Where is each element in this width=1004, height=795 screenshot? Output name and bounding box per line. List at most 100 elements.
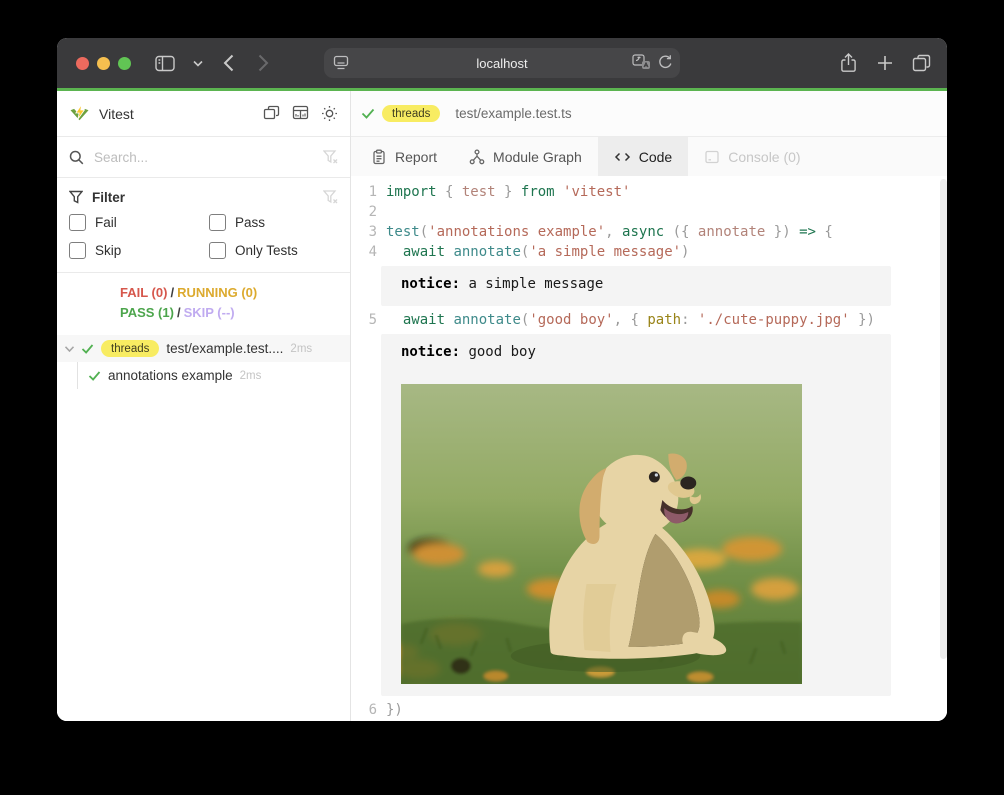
console-icon	[704, 149, 720, 165]
line-number: 3	[351, 222, 377, 242]
line-number: 6	[351, 700, 377, 720]
traffic-lights	[76, 57, 131, 70]
clear-filter-icon[interactable]	[323, 190, 338, 204]
running-count: RUNNING (0)	[177, 285, 257, 300]
filter-title: Filter	[92, 190, 323, 205]
code-line: 4 await annotate('a simple message')	[351, 242, 947, 262]
tab-overview-icon[interactable]	[908, 50, 934, 76]
tab-code[interactable]: Code	[598, 137, 688, 177]
status-line-1: FAIL (0)/RUNNING (0)	[120, 283, 350, 303]
url-text: localhost	[324, 56, 680, 71]
tab-report[interactable]: Report	[355, 137, 453, 177]
checkbox-label: Skip	[95, 243, 121, 258]
check-icon	[81, 344, 94, 354]
tab-module[interactable]: Module Graph	[453, 137, 598, 177]
notice-text: notice: a simple message	[401, 274, 891, 294]
browser-toolbar: localhost	[57, 38, 947, 88]
test-duration: 2ms	[240, 370, 262, 382]
checkbox-label: Only Tests	[235, 243, 298, 258]
file-header: threads test/example.test.ts	[351, 91, 947, 137]
line-content: test('annotations example', async ({ ann…	[386, 222, 833, 242]
test-duration: 2ms	[290, 343, 312, 355]
test-name: annotations example	[108, 368, 233, 383]
report-icon	[371, 149, 387, 165]
code-line: 6})	[351, 700, 947, 720]
close-window-button[interactable]	[76, 57, 89, 70]
main-panel: threads test/example.test.ts Report Modul…	[351, 91, 947, 721]
filter-section: Filter Fail Pass Skip Only Tests	[57, 178, 350, 273]
chevron-down-icon[interactable]	[64, 345, 75, 353]
tab-label: Code	[639, 149, 672, 165]
filter-checkbox-pass[interactable]: Pass	[209, 208, 338, 236]
new-tab-icon[interactable]	[872, 50, 898, 76]
app-title: Vitest	[99, 106, 263, 122]
test-tree: threadstest/example.test....2msannotatio…	[57, 335, 350, 389]
annotation-notice: notice: good boy	[381, 334, 891, 696]
test-status-summary: FAIL (0)/RUNNING (0) PASS (1)/SKIP (--)	[57, 273, 350, 329]
skip-count: SKIP (--)	[184, 305, 235, 320]
checkbox-icon[interactable]	[69, 242, 86, 259]
chevron-down-icon[interactable]	[185, 50, 211, 76]
tab-label: Module Graph	[493, 149, 582, 165]
test-case-row[interactable]: annotations example 2ms	[57, 362, 350, 389]
sidebar-header: Vitest	[57, 91, 350, 137]
code-line: 1 import { test } from 'vitest'	[351, 182, 947, 202]
module-graph-icon	[469, 149, 485, 165]
dashboard-icon[interactable]	[292, 105, 309, 122]
filter-icon	[69, 190, 83, 204]
tab-label: Console (0)	[728, 149, 800, 165]
checkbox-icon[interactable]	[209, 214, 226, 231]
checkbox-icon[interactable]	[209, 242, 226, 259]
collapse-panels-icon[interactable]	[263, 105, 280, 122]
code-viewer[interactable]: 1 import { test } from 'vitest' 23 test('an…	[351, 176, 947, 721]
line-number: 4	[351, 242, 377, 262]
search-bar[interactable]: Search...	[57, 137, 350, 178]
checkbox-label: Pass	[235, 215, 265, 230]
code-line: 5 await annotate('good boy', { path: './…	[351, 310, 947, 330]
code-line: 2	[351, 202, 947, 222]
back-icon[interactable]	[215, 50, 241, 76]
line-content: await annotate('a simple message')	[386, 242, 689, 262]
notice-text: notice: good boy	[401, 342, 891, 362]
indent-guide	[77, 362, 78, 389]
line-number: 2	[351, 202, 377, 222]
reload-icon[interactable]	[658, 54, 673, 70]
share-icon[interactable]	[835, 50, 861, 76]
filter-checkbox-fail[interactable]: Fail	[69, 208, 209, 236]
notice-label: notice:	[401, 276, 460, 292]
test-name: test/example.test....	[166, 341, 283, 356]
notice-label: notice:	[401, 344, 460, 360]
test-file-row[interactable]: threadstest/example.test....2ms	[57, 335, 350, 362]
zoom-window-button[interactable]	[118, 57, 131, 70]
clear-search-filter-icon[interactable]	[323, 150, 338, 164]
code-line: 3 test('annotations example', async ({ an…	[351, 222, 947, 242]
tab-label: Report	[395, 149, 437, 165]
line-content: import { test } from 'vitest'	[386, 182, 630, 202]
sidebar: Vitest	[57, 91, 351, 721]
code-line: 7	[351, 720, 947, 721]
filter-checkbox-skip[interactable]: Skip	[69, 236, 209, 264]
browser-window: localhost	[57, 38, 947, 721]
filter-checkbox-only-tests[interactable]: Only Tests	[209, 236, 338, 264]
annotation-notice: notice: a simple message	[381, 266, 891, 306]
address-bar[interactable]: localhost	[324, 48, 680, 78]
check-icon	[88, 371, 101, 381]
line-number: 1	[351, 182, 377, 202]
line-content: })	[386, 700, 403, 720]
file-name: test/example.test.ts	[455, 106, 571, 121]
vitest-logo-icon	[69, 104, 90, 123]
tab-bar: Report Module Graph Code Console (0)	[351, 137, 947, 178]
minimize-window-button[interactable]	[97, 57, 110, 70]
search-icon	[69, 150, 84, 165]
checkbox-icon[interactable]	[69, 214, 86, 231]
forward-icon[interactable]	[250, 50, 276, 76]
cute-puppy-image	[401, 384, 802, 684]
scrollbar-thumb[interactable]	[940, 179, 947, 659]
theme-toggle-icon[interactable]	[321, 105, 338, 122]
check-icon	[361, 108, 375, 119]
filter-checkbox-grid: Fail Pass Skip Only Tests	[69, 208, 338, 264]
translate-icon[interactable]	[632, 54, 651, 70]
pool-badge: threads	[382, 105, 440, 122]
sidebar-toggle-icon[interactable]	[152, 50, 178, 76]
tab-console: Console (0)	[688, 137, 816, 177]
